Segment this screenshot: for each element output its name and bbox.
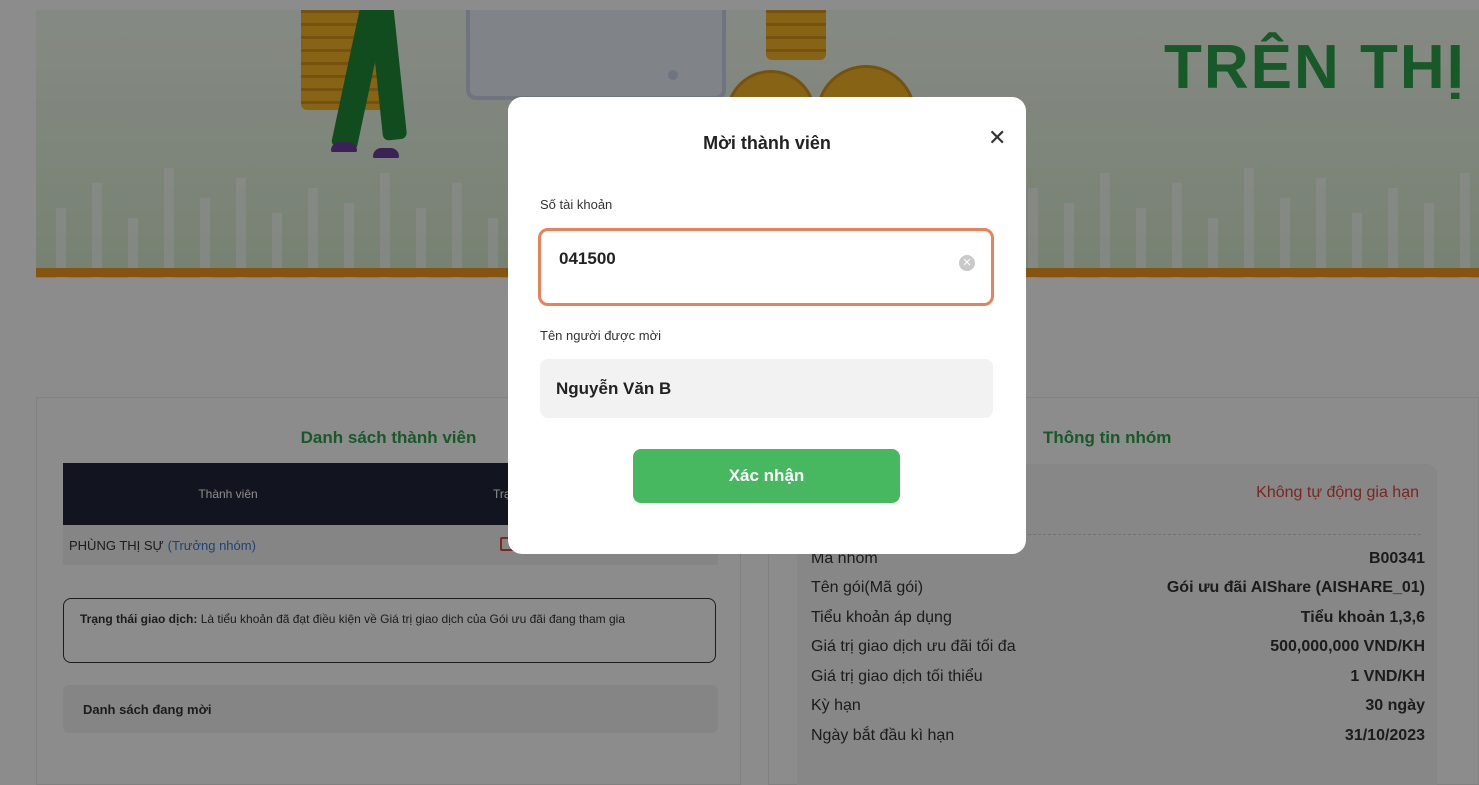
account-number-label: Số tài khoản xyxy=(540,197,613,212)
invite-member-modal: Mời thành viên ✕ Số tài khoản ✕ Tên ngườ… xyxy=(508,97,1026,554)
invitee-name-field: Nguyễn Văn B xyxy=(540,359,993,418)
invitee-name-label: Tên người được mời xyxy=(540,328,662,343)
modal-title: Mời thành viên xyxy=(703,133,831,153)
account-number-input[interactable] xyxy=(545,235,987,297)
page: TRÊN THỊ TR Danh sách thành viên Thành v… xyxy=(0,0,1479,785)
close-icon[interactable]: ✕ xyxy=(988,125,1006,151)
confirm-button[interactable]: Xác nhận xyxy=(633,449,900,503)
clear-input-icon[interactable]: ✕ xyxy=(959,255,975,271)
account-number-field-wrapper: ✕ xyxy=(538,228,994,306)
